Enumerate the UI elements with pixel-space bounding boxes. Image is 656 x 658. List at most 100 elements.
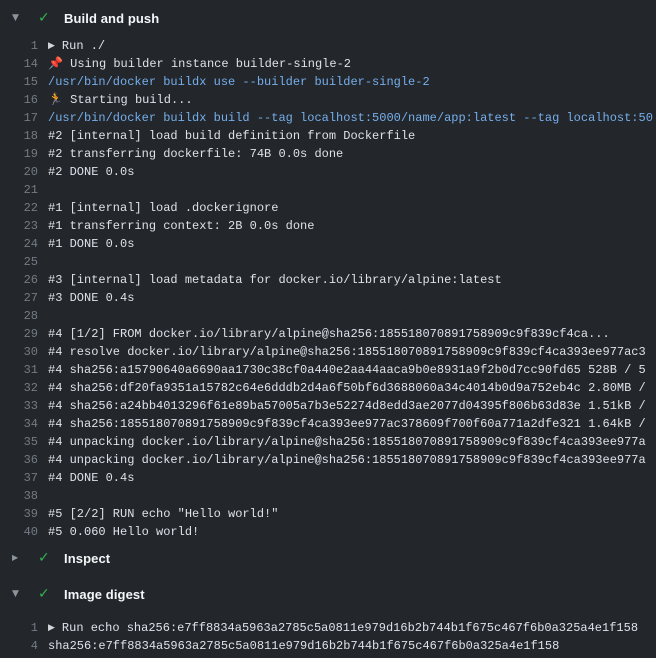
line-number[interactable]: 26 (0, 271, 38, 289)
line-number[interactable]: 25 (0, 253, 38, 271)
step-title: Image digest (64, 587, 145, 602)
log-section: ▼ ✓ Image digest 1 ▶ Run echo sha256:e7ff… (0, 577, 656, 655)
log-line: 26 #3 [internal] load metadata for docke… (0, 271, 656, 289)
log-line: 24 #1 DONE 0.0s (0, 235, 656, 253)
expand-run-icon[interactable]: ▶ (48, 619, 55, 637)
line-text: 📌 Using builder instance builder-single-… (48, 55, 656, 73)
log-section: ▶ ✓ Inspect (0, 541, 656, 577)
line-text: #1 DONE 0.0s (48, 235, 656, 253)
line-text: #5 [2/2] RUN echo "Hello world!" (48, 505, 656, 523)
log-line: 32 #4 sha256:df20fa9351a15782c64e6dddb2d… (0, 379, 656, 397)
line-number[interactable]: 4 (0, 637, 38, 655)
line-text: #2 [internal] load build definition from… (48, 127, 656, 145)
line-number[interactable]: 21 (0, 181, 38, 199)
line-text (48, 181, 656, 199)
log-line: 28 (0, 307, 656, 325)
line-text: #4 resolve docker.io/library/alpine@sha2… (48, 343, 656, 361)
line-text: #4 [1/2] FROM docker.io/library/alpine@s… (48, 325, 656, 343)
step-header[interactable]: ▼ ✓ Build and push (0, 1, 656, 35)
log-line: 22 #1 [internal] load .dockerignore (0, 199, 656, 217)
line-text: #4 unpacking docker.io/library/alpine@sh… (48, 433, 656, 451)
line-text: #4 unpacking docker.io/library/alpine@sh… (48, 451, 656, 469)
step-title: Build and push (64, 11, 159, 26)
line-text: #4 sha256:185518070891758909c9f839cf4ca3… (48, 415, 656, 433)
chevron-right-icon: ▶ (12, 554, 28, 562)
log-line: 36 #4 unpacking docker.io/library/alpine… (0, 451, 656, 469)
line-number[interactable]: 1 (0, 619, 38, 637)
line-text: #4 sha256:a15790640a6690aa1730c38cf0a440… (48, 361, 656, 379)
line-text: #3 [internal] load metadata for docker.i… (48, 271, 656, 289)
line-number[interactable]: 14 (0, 55, 38, 73)
chevron-down-icon: ▼ (12, 590, 28, 599)
log-line: 27 #3 DONE 0.4s (0, 289, 656, 307)
step-log-body: 1 ▶ Run echo sha256:e7ff8834a5963a2785c5a… (0, 611, 656, 655)
log-line: 1 ▶ Run ./ (0, 37, 656, 55)
step-title: Inspect (64, 551, 110, 566)
log-line: 17 /usr/bin/docker buildx build --tag lo… (0, 109, 656, 127)
line-text: ▶ Run echo sha256:e7ff8834a5963a2785c5a08… (48, 619, 656, 637)
step-header[interactable]: ▼ ✓ Image digest (0, 577, 656, 611)
line-text (48, 487, 656, 505)
workflow-log-viewer: ▼ ✓ Build and push 1 ▶Run ./ 14 📌 Using … (0, 0, 656, 658)
line-number[interactable]: 17 (0, 109, 38, 127)
line-text-content: Run echo sha256:e7ff8834a5963a2785c5a081… (62, 621, 638, 635)
log-line: 14 📌 Using builder instance builder-sing… (0, 55, 656, 73)
expand-run-icon[interactable]: ▶ (48, 37, 55, 55)
line-number[interactable]: 1 (0, 37, 38, 55)
line-text-content: Run ./ (62, 39, 105, 53)
log-line: 20 #2 DONE 0.0s (0, 163, 656, 181)
line-number[interactable]: 31 (0, 361, 38, 379)
line-number[interactable]: 36 (0, 451, 38, 469)
line-number[interactable]: 39 (0, 505, 38, 523)
line-text: sha256:e7ff8834a5963a2785c5a0811e979d16b… (48, 637, 656, 655)
line-number[interactable]: 24 (0, 235, 38, 253)
line-number[interactable]: 23 (0, 217, 38, 235)
log-line: 30 #4 resolve docker.io/library/alpine@s… (0, 343, 656, 361)
line-number[interactable]: 19 (0, 145, 38, 163)
line-number[interactable]: 20 (0, 163, 38, 181)
log-line: 38 (0, 487, 656, 505)
line-text: 🏃 Starting build... (48, 91, 656, 109)
line-number[interactable]: 18 (0, 127, 38, 145)
line-text: /usr/bin/docker buildx use --builder bui… (48, 73, 656, 91)
line-text: /usr/bin/docker buildx build --tag local… (48, 109, 656, 127)
check-icon: ✓ (38, 11, 54, 25)
log-line: 37 #4 DONE 0.4s (0, 469, 656, 487)
step-log-body: 1 ▶ Run ./ 14 📌 Using builder instance bu… (0, 35, 656, 541)
line-number[interactable]: 37 (0, 469, 38, 487)
line-number[interactable]: 35 (0, 433, 38, 451)
line-text: ▶ Run ./ (48, 37, 656, 55)
log-line: 4 sha256:e7ff8834a5963a2785c5a0811e979d1… (0, 637, 656, 655)
line-number[interactable]: 38 (0, 487, 38, 505)
log-line: 31 #4 sha256:a15790640a6690aa1730c38cf0a… (0, 361, 656, 379)
line-text: #5 0.060 Hello world! (48, 523, 656, 541)
line-number[interactable]: 15 (0, 73, 38, 91)
log-line: 29 #4 [1/2] FROM docker.io/library/alpin… (0, 325, 656, 343)
line-number[interactable]: 40 (0, 523, 38, 541)
log-line: 25 (0, 253, 656, 271)
line-text (48, 307, 656, 325)
log-line: 40 #5 0.060 Hello world! (0, 523, 656, 541)
line-text: #4 sha256:a24bb4013296f61e89ba57005a7b3e… (48, 397, 656, 415)
check-icon: ✓ (38, 587, 54, 601)
log-line: 1 ▶ Run echo sha256:e7ff8834a5963a2785c5a… (0, 619, 656, 637)
line-number[interactable]: 27 (0, 289, 38, 307)
line-number[interactable]: 22 (0, 199, 38, 217)
line-number[interactable]: 30 (0, 343, 38, 361)
line-number[interactable]: 34 (0, 415, 38, 433)
line-number[interactable]: 16 (0, 91, 38, 109)
line-number[interactable]: 33 (0, 397, 38, 415)
log-line: 35 #4 unpacking docker.io/library/alpine… (0, 433, 656, 451)
line-text: #1 [internal] load .dockerignore (48, 199, 656, 217)
line-text (48, 253, 656, 271)
line-number[interactable]: 29 (0, 325, 38, 343)
line-number[interactable]: 28 (0, 307, 38, 325)
log-line: 18 #2 [internal] load build definition f… (0, 127, 656, 145)
log-line: 39 #5 [2/2] RUN echo "Hello world!" (0, 505, 656, 523)
chevron-down-icon: ▼ (12, 14, 28, 23)
line-text: #4 DONE 0.4s (48, 469, 656, 487)
log-line: 16 🏃 Starting build... (0, 91, 656, 109)
line-text: #3 DONE 0.4s (48, 289, 656, 307)
line-number[interactable]: 32 (0, 379, 38, 397)
step-header[interactable]: ▶ ✓ Inspect (0, 541, 656, 575)
